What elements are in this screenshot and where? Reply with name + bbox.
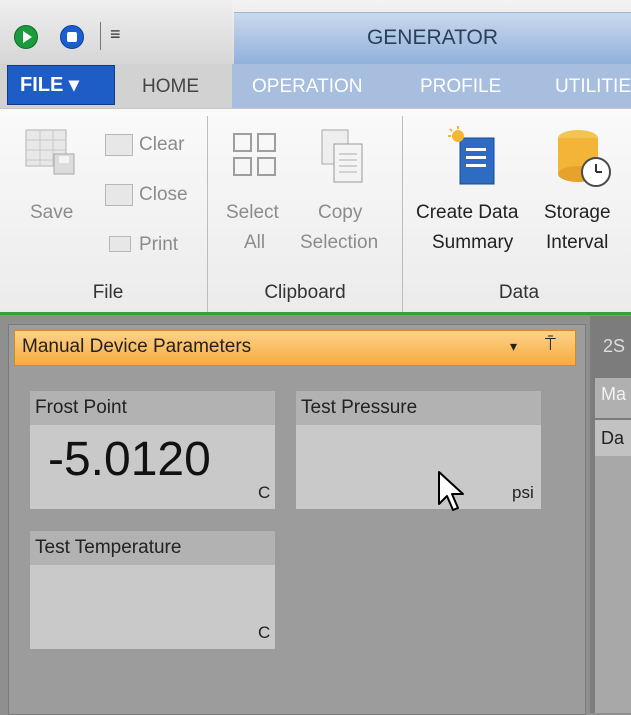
frost-point-unit: C — [258, 483, 271, 502]
column-header-label[interactable]: Da — [601, 428, 624, 449]
select-all-icon — [233, 133, 276, 176]
clear-button[interactable]: Clear — [103, 130, 198, 164]
group-divider — [207, 116, 208, 312]
group-label-data: Data — [498, 282, 540, 303]
save-icon — [25, 129, 75, 175]
tab-utilities[interactable]: UTILITIE — [555, 76, 631, 98]
create-data-summary-button[interactable]: Create Data Summary — [410, 124, 538, 264]
select-all-label-line2: All — [244, 232, 266, 253]
customize-toolbar-icon[interactable]: ≡ — [110, 24, 121, 45]
ribbon-bottom-border — [0, 312, 631, 315]
save-label: Save — [30, 202, 74, 223]
test-temperature-label: Test Temperature — [35, 537, 182, 558]
test-pressure-label: Test Pressure — [301, 397, 418, 418]
close-button[interactable]: Close — [103, 180, 198, 214]
clear-label: Clear — [139, 134, 185, 155]
close-label: Close — [139, 184, 188, 205]
print-label: Print — [139, 234, 179, 255]
data-summary-icon — [448, 126, 495, 185]
copy-selection-button[interactable]: Copy Selection — [300, 124, 395, 264]
group-label-clipboard: Clipboard — [264, 282, 346, 303]
close-file-icon — [105, 184, 133, 206]
group-label-file: File — [92, 282, 124, 303]
play-icon[interactable] — [14, 25, 38, 49]
tab-operation[interactable]: OPERATION — [252, 76, 363, 98]
test-temperature-unit: C — [258, 623, 271, 642]
create-data-label-line1: Create Data — [416, 202, 519, 223]
manual-device-parameters-panel — [8, 324, 586, 715]
mouse-cursor-icon — [438, 471, 464, 511]
select-all-button[interactable]: Select All — [218, 124, 298, 264]
file-menu-label[interactable]: FILE ▾ — [20, 72, 79, 97]
context-title: GENERATOR — [366, 26, 499, 49]
test-pressure-card: Test Pressure psi — [296, 391, 541, 509]
frost-point-value: -5.0120 — [48, 433, 211, 486]
tab-home[interactable]: HOME — [142, 76, 199, 98]
copy-label-line1: Copy — [318, 202, 363, 223]
data-grid[interactable] — [595, 456, 631, 713]
test-pressure-unit: psi — [512, 483, 534, 502]
copy-label-line2: Selection — [300, 232, 379, 253]
group-divider — [402, 116, 403, 312]
storage-label-line2: Interval — [546, 232, 609, 253]
toolbar-divider — [100, 22, 101, 50]
print-icon — [109, 236, 131, 252]
print-button[interactable]: Print — [103, 228, 198, 262]
panel-dropdown-icon[interactable]: ▾ — [510, 338, 517, 355]
storage-interval-button[interactable]: Storage Interval — [540, 124, 630, 264]
save-button[interactable]: Save — [18, 124, 88, 234]
storage-interval-icon — [558, 130, 611, 187]
tab-profile[interactable]: PROFILE — [420, 76, 501, 98]
pin-icon[interactable]: ⍑ — [545, 334, 556, 355]
stop-icon[interactable] — [60, 25, 84, 49]
frost-point-label: Frost Point — [35, 397, 127, 418]
select-all-label-line1: Select — [226, 202, 279, 223]
create-data-label-line2: Summary — [432, 232, 514, 253]
document-tab[interactable]: 2S — [603, 336, 625, 357]
copy-icon — [321, 129, 363, 183]
panel-title: Manual Device Parameters — [22, 336, 252, 357]
storage-label-line1: Storage — [544, 202, 611, 223]
clear-icon — [105, 134, 133, 156]
pane-toolbar-label[interactable]: Ma — [601, 384, 626, 405]
test-temperature-card: Test Temperature C — [30, 531, 275, 649]
